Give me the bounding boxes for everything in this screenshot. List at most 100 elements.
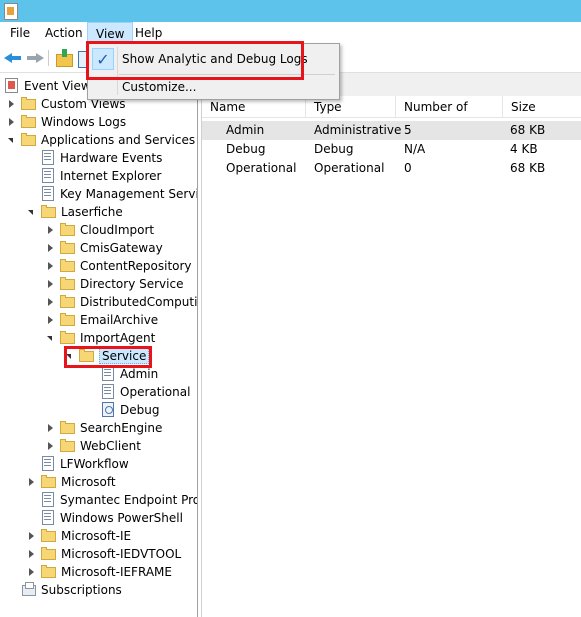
back-arrow-icon[interactable] <box>4 49 22 67</box>
expand-arrow-icon[interactable] <box>8 95 17 113</box>
log-icon <box>40 186 56 202</box>
expand-arrow-icon[interactable] <box>28 563 37 581</box>
folder-icon <box>60 276 76 292</box>
collapse-arrow-icon[interactable] <box>66 347 75 365</box>
table-row[interactable]: Debug Debug N/A 4 KB <box>202 140 581 159</box>
tree-label: DistributedComputin <box>80 295 198 309</box>
tree-item-microsoft[interactable]: Microsoft <box>28 473 116 491</box>
cell-type: Administrative <box>314 123 402 137</box>
menu-action[interactable]: Action <box>37 22 91 44</box>
expand-arrow-icon[interactable] <box>47 311 56 329</box>
cell-size: 4 KB <box>510 142 538 156</box>
log-icon <box>40 150 56 166</box>
folder-icon <box>41 204 57 220</box>
tree-item-operational[interactable]: Operational <box>96 383 190 401</box>
tree-item-microsoft-iedvtool[interactable]: Microsoft-IEDVTOOL <box>28 545 181 563</box>
cell-size: 68 KB <box>510 161 546 175</box>
tree-item-distributedcomputing[interactable]: DistributedComputin <box>47 293 198 311</box>
expand-arrow-icon[interactable] <box>47 275 56 293</box>
log-icon <box>100 366 116 382</box>
menu-bar: File Action View Help <box>0 22 581 44</box>
menu-item-customize[interactable]: Customize... <box>122 77 196 97</box>
tree-label: Debug <box>120 403 160 417</box>
table-row[interactable]: Operational Operational 0 68 KB <box>202 159 581 178</box>
tree-label: Subscriptions <box>41 583 122 597</box>
expand-arrow-icon[interactable] <box>28 473 37 491</box>
forward-arrow-icon[interactable] <box>26 49 44 67</box>
tree-item-service[interactable]: Service <box>66 347 150 365</box>
menu-item-show-analytic-debug-logs[interactable]: Show Analytic and Debug Logs <box>122 49 308 69</box>
tree-label: Key Management Service <box>60 187 198 201</box>
folder-icon <box>79 348 95 364</box>
folder-icon <box>21 114 37 130</box>
expand-arrow-icon[interactable] <box>8 113 17 131</box>
analytic-log-icon <box>100 402 116 418</box>
log-icon <box>40 492 56 508</box>
log-icon <box>40 456 56 472</box>
folder-icon <box>60 312 76 328</box>
subscriptions-icon <box>21 582 37 598</box>
expand-arrow-icon[interactable] <box>47 437 56 455</box>
tree-item-directory-service[interactable]: Directory Service <box>47 275 183 293</box>
up-one-level-icon[interactable] <box>56 49 74 67</box>
tree-item-applications-services[interactable]: Applications and Services Lo <box>8 131 198 149</box>
event-viewer-icon <box>4 78 20 94</box>
tree-item-windows-logs[interactable]: Windows Logs <box>8 113 126 131</box>
tree-item-symantec[interactable]: Symantec Endpoint Prote <box>36 491 197 509</box>
tree-item-searchengine[interactable]: SearchEngine <box>47 419 162 437</box>
menu-help[interactable]: Help <box>127 22 170 44</box>
folder-icon <box>21 132 37 148</box>
tree-item-cmisgateway[interactable]: CmisGateway <box>47 239 163 257</box>
column-header-size[interactable]: Size <box>503 96 581 118</box>
log-icon <box>40 510 56 526</box>
collapse-arrow-icon[interactable] <box>28 203 37 221</box>
tree-item-microsoft-ie[interactable]: Microsoft-IE <box>28 527 131 545</box>
tree-item-admin[interactable]: Admin <box>96 365 158 383</box>
tree-label: Microsoft-IEDVTOOL <box>61 547 182 561</box>
tree-item-cloudimport[interactable]: CloudImport <box>47 221 154 239</box>
tree-label: Applications and Services Lo <box>41 133 198 147</box>
tree-item-microsoft-ieframe[interactable]: Microsoft-IEFRAME <box>28 563 172 581</box>
console-tree: Event Viewer Custom Views Windows Logs A… <box>0 73 198 617</box>
tree-label: Admin <box>120 367 159 381</box>
collapse-arrow-icon[interactable] <box>47 329 56 347</box>
tree-item-debug[interactable]: Debug <box>96 401 159 419</box>
tree-label: Hardware Events <box>60 151 163 165</box>
tree-item-importagent[interactable]: ImportAgent <box>47 329 155 347</box>
tree-item-contentrepository[interactable]: ContentRepository <box>47 257 192 275</box>
tree-item-key-management[interactable]: Key Management Service <box>36 185 198 203</box>
folder-icon <box>21 96 37 112</box>
tree-item-webclient[interactable]: WebClient <box>47 437 141 455</box>
folder-icon <box>60 294 76 310</box>
tree-item-powershell[interactable]: Windows PowerShell <box>36 509 183 527</box>
tree-item-laserfiche[interactable]: Laserfiche <box>28 203 123 221</box>
menu-file[interactable]: File <box>2 22 38 44</box>
table-row[interactable]: Admin Administrative 5 68 KB <box>202 121 581 140</box>
tree-label: WebClient <box>80 439 141 453</box>
expand-arrow-icon[interactable] <box>47 419 56 437</box>
folder-icon <box>41 474 57 490</box>
expand-arrow-icon[interactable] <box>47 239 56 257</box>
tree-label: CloudImport <box>80 223 155 237</box>
title-bar <box>0 0 581 22</box>
tree-item-hardware-events[interactable]: Hardware Events <box>36 149 162 167</box>
tree-item-lfworkflow[interactable]: LFWorkflow <box>36 455 129 473</box>
expand-arrow-icon[interactable] <box>28 527 37 545</box>
expand-arrow-icon[interactable] <box>47 221 56 239</box>
folder-icon <box>41 528 57 544</box>
tree-item-emailarchive[interactable]: EmailArchive <box>47 311 158 329</box>
tree-label: Microsoft-IEFRAME <box>61 565 172 579</box>
menu-gutter-separator <box>117 47 118 95</box>
tree-item-subscriptions[interactable]: Subscriptions <box>17 581 122 599</box>
folder-icon <box>41 546 57 562</box>
expand-arrow-icon[interactable] <box>47 293 56 311</box>
column-header-number-of-events[interactable]: Number of Events <box>396 96 503 136</box>
expand-arrow-icon[interactable] <box>28 545 37 563</box>
checkmark-icon: ✓ <box>92 48 114 70</box>
collapse-arrow-icon[interactable] <box>8 131 17 149</box>
tree-item-internet-explorer[interactable]: Internet Explorer <box>36 167 161 185</box>
cell-number-of-events: 5 <box>404 123 412 137</box>
log-icon <box>40 168 56 184</box>
tree-label: Windows PowerShell <box>60 511 183 525</box>
expand-arrow-icon[interactable] <box>47 257 56 275</box>
